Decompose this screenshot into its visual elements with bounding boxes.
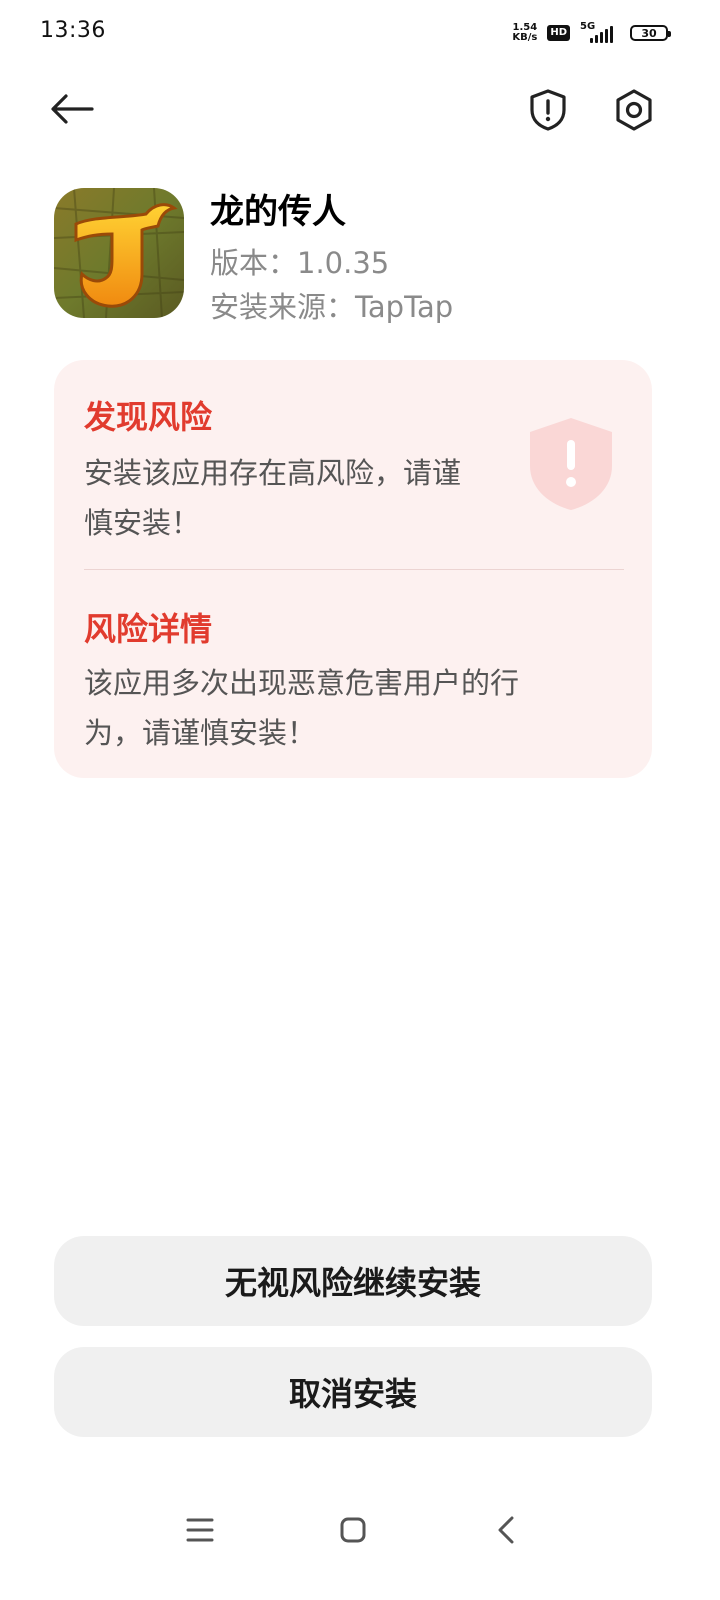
gear-icon bbox=[616, 89, 652, 131]
network-speed: 1.54 KB/s bbox=[512, 23, 537, 43]
signal-icon: 5G bbox=[580, 21, 620, 45]
recent-apps-button[interactable] bbox=[178, 1508, 222, 1552]
chevron-left-icon bbox=[498, 1516, 514, 1544]
status-icons: 1.54 KB/s HD 5G 30 bbox=[512, 20, 671, 46]
app-name: 龙的传人 bbox=[210, 192, 346, 232]
risk-detail-title: 风险详情 bbox=[84, 610, 213, 648]
hd-badge: HD bbox=[547, 25, 570, 41]
app-install-source: 安装来源：TapTap bbox=[210, 290, 454, 324]
network-speed-unit: KB/s bbox=[512, 32, 538, 43]
risk-warning-card: 发现风险 安装该应用存在高风险，请谨 慎安装！ 风险详情 该应用多次出现恶意危害… bbox=[54, 360, 652, 778]
battery-icon: 30 bbox=[630, 25, 671, 41]
battery-level: 30 bbox=[641, 26, 657, 40]
app-version: 版本：1.0.35 bbox=[210, 246, 390, 280]
ignore-risk-install-button[interactable]: 无视风险继续安装 bbox=[54, 1236, 652, 1326]
home-button[interactable] bbox=[331, 1508, 375, 1552]
status-bar: 13:36 1.54 KB/s HD 5G 30 bbox=[0, 0, 720, 64]
menu-icon bbox=[186, 1518, 214, 1542]
back-button[interactable] bbox=[46, 86, 98, 132]
risk-found-text-line2: 慎安装！ bbox=[84, 506, 201, 540]
status-time: 13:36 bbox=[40, 18, 106, 43]
risk-found-text-line1: 安装该应用存在高风险，请谨 bbox=[84, 456, 462, 490]
settings-button[interactable] bbox=[608, 84, 660, 136]
risk-found-title: 发现风险 bbox=[84, 398, 213, 436]
app-icon bbox=[54, 188, 184, 318]
risk-detail-text-line2: 为，请谨慎安装！ bbox=[84, 716, 317, 750]
system-back-button[interactable] bbox=[484, 1508, 528, 1552]
home-square-icon bbox=[340, 1517, 366, 1543]
system-nav-bar bbox=[0, 1490, 720, 1570]
risk-divider bbox=[84, 569, 624, 570]
arrow-left-icon bbox=[51, 94, 94, 124]
shield-alert-icon bbox=[530, 89, 566, 131]
cancel-install-button[interactable]: 取消安装 bbox=[54, 1347, 652, 1437]
risk-detail-text-line1: 该应用多次出现恶意危害用户的行 bbox=[84, 666, 520, 700]
security-check-button[interactable] bbox=[522, 84, 574, 136]
shield-warning-icon bbox=[530, 418, 612, 510]
